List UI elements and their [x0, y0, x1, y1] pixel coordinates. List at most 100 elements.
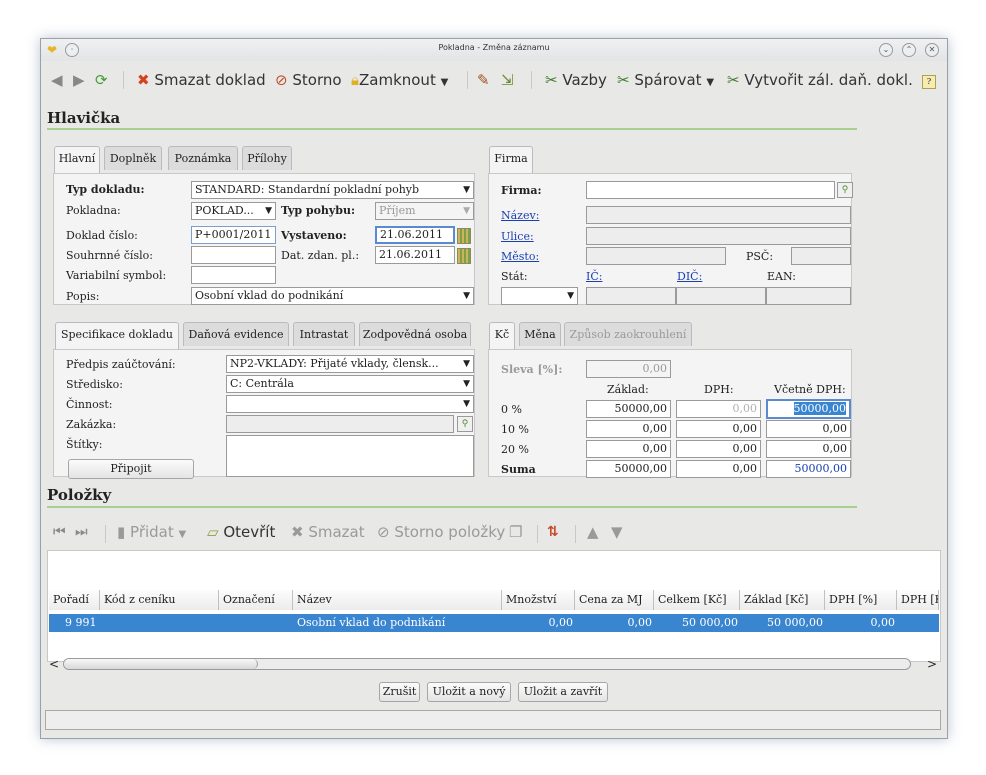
dic-field[interactable] — [676, 287, 766, 305]
dph-field[interactable]: 0,00 — [676, 400, 761, 418]
stitky-field[interactable] — [226, 435, 474, 477]
tab-mena[interactable]: Měna — [519, 322, 561, 346]
links-button[interactable]: ✂ Vazby — [545, 67, 607, 93]
stat-select[interactable]: ▼ — [501, 287, 578, 305]
pair-button[interactable]: ✂ Spárovat ▼ — [617, 67, 714, 93]
tab-hlavni[interactable]: Hlavní — [54, 146, 100, 173]
dic-link[interactable]: DIČ: — [677, 270, 702, 283]
copy-icon[interactable]: ❐ — [509, 519, 522, 545]
scroll-left-icon[interactable]: < — [49, 657, 61, 671]
tab-kc[interactable]: Kč — [489, 322, 515, 349]
stredisko-select[interactable]: C: Centrála ▼ — [226, 375, 474, 393]
tab-danova-evidence[interactable]: Daňová evidence — [183, 322, 289, 346]
move-up-icon[interactable]: ▲ — [587, 519, 599, 545]
create-tax-doc-button[interactable]: ✂ Vytvořit zál. daň. dokl. — [727, 67, 913, 93]
col-header-cena[interactable]: Cena za MJ — [575, 590, 654, 610]
ic-link[interactable]: IČ: — [586, 270, 602, 283]
maximize-button[interactable]: ⌃ — [902, 43, 916, 57]
col-header-dph-kc[interactable]: DPH [K — [897, 590, 939, 610]
col-header-kod[interactable]: Kód z ceníku — [100, 590, 219, 610]
search-icon[interactable]: ⚲ — [457, 416, 473, 432]
sleva-field[interactable]: 0,00 — [586, 360, 671, 378]
col-header-zaklad[interactable]: Základ [Kč] — [740, 590, 825, 610]
cancel-button[interactable]: Zrušit — [379, 682, 420, 702]
vcetne-field[interactable]: 50000,00 — [766, 399, 851, 419]
dph-field[interactable]: 0,00 — [676, 420, 761, 438]
sort-icon[interactable]: ⇅ — [547, 519, 559, 545]
delete-doc-button[interactable]: ✖ Smazat doklad — [137, 67, 266, 93]
nazev-field[interactable] — [586, 206, 851, 224]
pokladna-select[interactable]: POKLAD... ▼ — [191, 202, 276, 220]
suma-zaklad-field[interactable]: 50000,00 — [586, 460, 671, 478]
doklad-cislo-field[interactable]: P+0001/2011 — [191, 226, 276, 244]
tab-prilohy[interactable]: Přílohy — [242, 146, 292, 170]
calendar-icon[interactable] — [457, 228, 471, 244]
move-down-icon[interactable]: ▼ — [611, 519, 623, 545]
firma-field[interactable] — [586, 181, 835, 199]
nazev-link[interactable]: Název: — [501, 209, 539, 222]
vystaveno-field[interactable]: 21.06.2011 — [375, 226, 455, 244]
zakazka-field[interactable] — [226, 415, 454, 433]
zaklad-field[interactable]: 50000,00 — [586, 400, 671, 418]
save-close-button[interactable]: Uložit a zavřít — [518, 682, 608, 702]
scrollbar-thumb[interactable] — [64, 659, 258, 669]
scroll-right-icon[interactable]: > — [927, 657, 939, 671]
zaklad-field[interactable]: 0,00 — [586, 440, 671, 458]
help-icon[interactable]: ? — [922, 75, 936, 89]
tab-zpusob-zaokrouhleni[interactable]: Způsob zaokrouhlení — [564, 322, 692, 346]
souhrnne-cislo-field[interactable] — [191, 246, 276, 264]
typ-pohybu-select[interactable]: Příjem ▼ — [375, 202, 474, 220]
cinnost-select[interactable]: ▼ — [226, 395, 474, 413]
ulice-field[interactable] — [586, 227, 851, 245]
close-button[interactable]: ✕ — [925, 43, 939, 57]
back-icon[interactable]: ◀ — [51, 67, 63, 93]
search-icon[interactable]: ⚲ — [837, 182, 853, 198]
first-record-icon[interactable]: ⏮ — [53, 519, 66, 545]
toolbar-separator — [575, 525, 576, 543]
col-header-celkem[interactable]: Celkem [Kč] — [654, 590, 740, 610]
predpis-select[interactable]: NP2-VKLADY: Přijaté vklady, člensk... ▼ — [226, 355, 474, 373]
varsym-field[interactable] — [191, 266, 276, 284]
popis-field[interactable]: Osobní vklad do podnikání ▼ — [191, 287, 474, 305]
ic-field[interactable] — [586, 287, 676, 305]
forward-icon[interactable]: ▶ — [73, 67, 85, 93]
tab-firma[interactable]: Firma — [489, 146, 533, 173]
export-icon[interactable]: ⇲ — [501, 67, 514, 93]
suma-vcetne-field[interactable]: 50000,00 — [766, 460, 851, 478]
open-item-button[interactable]: ▱ Otevřít — [207, 519, 275, 545]
tab-zodpovedna-osoba[interactable]: Zodpovědná osoba — [359, 322, 471, 346]
pripojit-button[interactable]: Připojit — [68, 459, 194, 479]
dph-field[interactable]: 0,00 — [676, 440, 761, 458]
lock-button[interactable]: 🔒︎Zamknout ▼ — [351, 67, 448, 93]
col-header-nazev[interactable]: Název — [293, 590, 502, 610]
storno-button[interactable]: ⊘ Storno — [275, 67, 342, 93]
calendar-icon[interactable] — [457, 248, 471, 264]
add-item-button[interactable]: ▮ Přidat ▼ — [117, 519, 186, 545]
import-icon[interactable]: ✎ — [477, 67, 490, 93]
mesto-field[interactable] — [586, 247, 726, 265]
col-header-oznaceni[interactable]: Označení — [219, 590, 293, 610]
vcetne-field[interactable]: 0,00 — [766, 420, 851, 438]
minimize-button[interactable]: ⌄ — [879, 43, 893, 57]
refresh-icon[interactable]: ⟳ — [95, 67, 108, 93]
save-new-button[interactable]: Uložit a nový — [427, 682, 511, 702]
tab-specifikace[interactable]: Specifikace dokladu — [55, 322, 179, 349]
tab-doplnek[interactable]: Doplněk — [104, 146, 162, 170]
storno-item-button[interactable]: ⊘ Storno položky — [377, 519, 505, 545]
last-record-icon[interactable]: ⏭ — [75, 519, 88, 545]
col-header-poradi[interactable]: Pořadí — [49, 590, 100, 610]
ulice-link[interactable]: Ulice: — [501, 230, 534, 243]
suma-dph-field[interactable]: 0,00 — [676, 460, 761, 478]
delete-item-button[interactable]: ✖ Smazat — [291, 519, 365, 545]
tab-poznamka[interactable]: Poznámka — [168, 146, 238, 170]
tab-intrastat[interactable]: Intrastat — [293, 322, 355, 346]
psc-field[interactable] — [791, 247, 851, 265]
vcetne-field[interactable]: 0,00 — [766, 440, 851, 458]
zaklad-field[interactable]: 0,00 — [586, 420, 671, 438]
typ-dokladu-select[interactable]: STANDARD: Standardní pokladní pohyb ▼ — [191, 181, 474, 199]
mesto-link[interactable]: Město: — [501, 250, 539, 263]
col-header-dph[interactable]: DPH [%] — [825, 590, 897, 610]
col-header-mnozstvi[interactable]: Množství — [502, 590, 575, 610]
ean-field[interactable] — [766, 287, 851, 305]
dat-zdan-field[interactable]: 21.06.2011 — [375, 246, 455, 264]
